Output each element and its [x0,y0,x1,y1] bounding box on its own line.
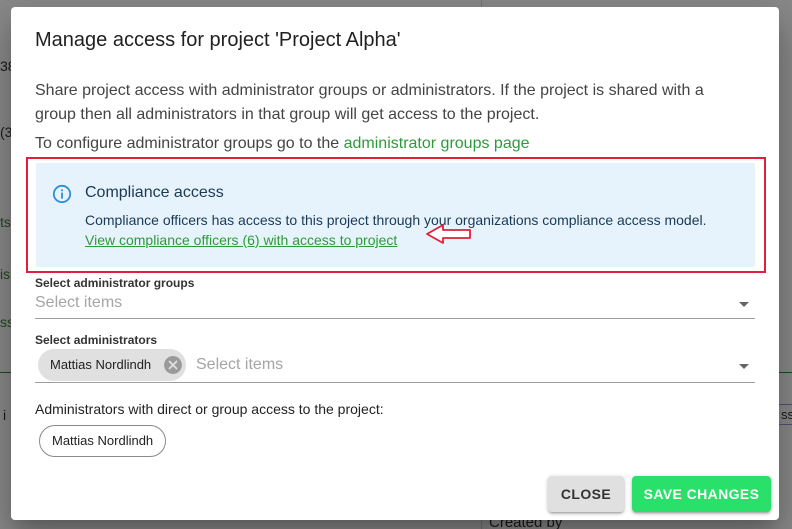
config-instructions: To configure administrator groups go to … [35,132,530,156]
selected-admin-chip[interactable]: Mattias Nordlindh [38,349,186,381]
save-changes-button[interactable]: Save changes [632,476,771,512]
alert-text: Compliance officers has access to this p… [85,212,707,228]
admin-groups-label: Select administrator groups [35,276,195,290]
administrators-label: Select administrators [35,333,158,347]
manage-access-dialog: Manage access for project 'Project Alpha… [11,7,779,520]
admin-groups-select[interactable]: Select items [35,291,755,319]
info-icon [52,184,72,204]
administrators-placeholder: Select items [196,356,284,373]
alert-title: Compliance access [85,184,224,201]
chip-label: Mattias Nordlindh [50,357,152,372]
access-list-label: Administrators with direct or group acce… [35,401,384,417]
annotation-arrow-icon [426,224,471,244]
chevron-down-icon[interactable] [739,364,749,369]
view-compliance-officers-link[interactable]: View compliance officers (6) with access… [85,232,397,248]
administrator-groups-link[interactable]: administrator groups page [344,135,530,152]
config-instructions-text: To configure administrator groups go to … [35,135,344,152]
chevron-down-icon[interactable] [739,302,749,307]
remove-chip-icon[interactable] [164,356,182,374]
administrators-select[interactable]: Mattias Nordlindh Select items [35,347,755,383]
dialog-title: Manage access for project 'Project Alpha… [35,29,401,51]
close-button[interactable]: Close [548,476,624,512]
compliance-access-alert: Compliance access Compliance officers ha… [36,163,755,267]
access-list-chip: Mattias Nordlindh [39,425,167,457]
admin-groups-placeholder: Select items [35,294,123,311]
dialog-description: Share project access with administrator … [35,82,704,123]
